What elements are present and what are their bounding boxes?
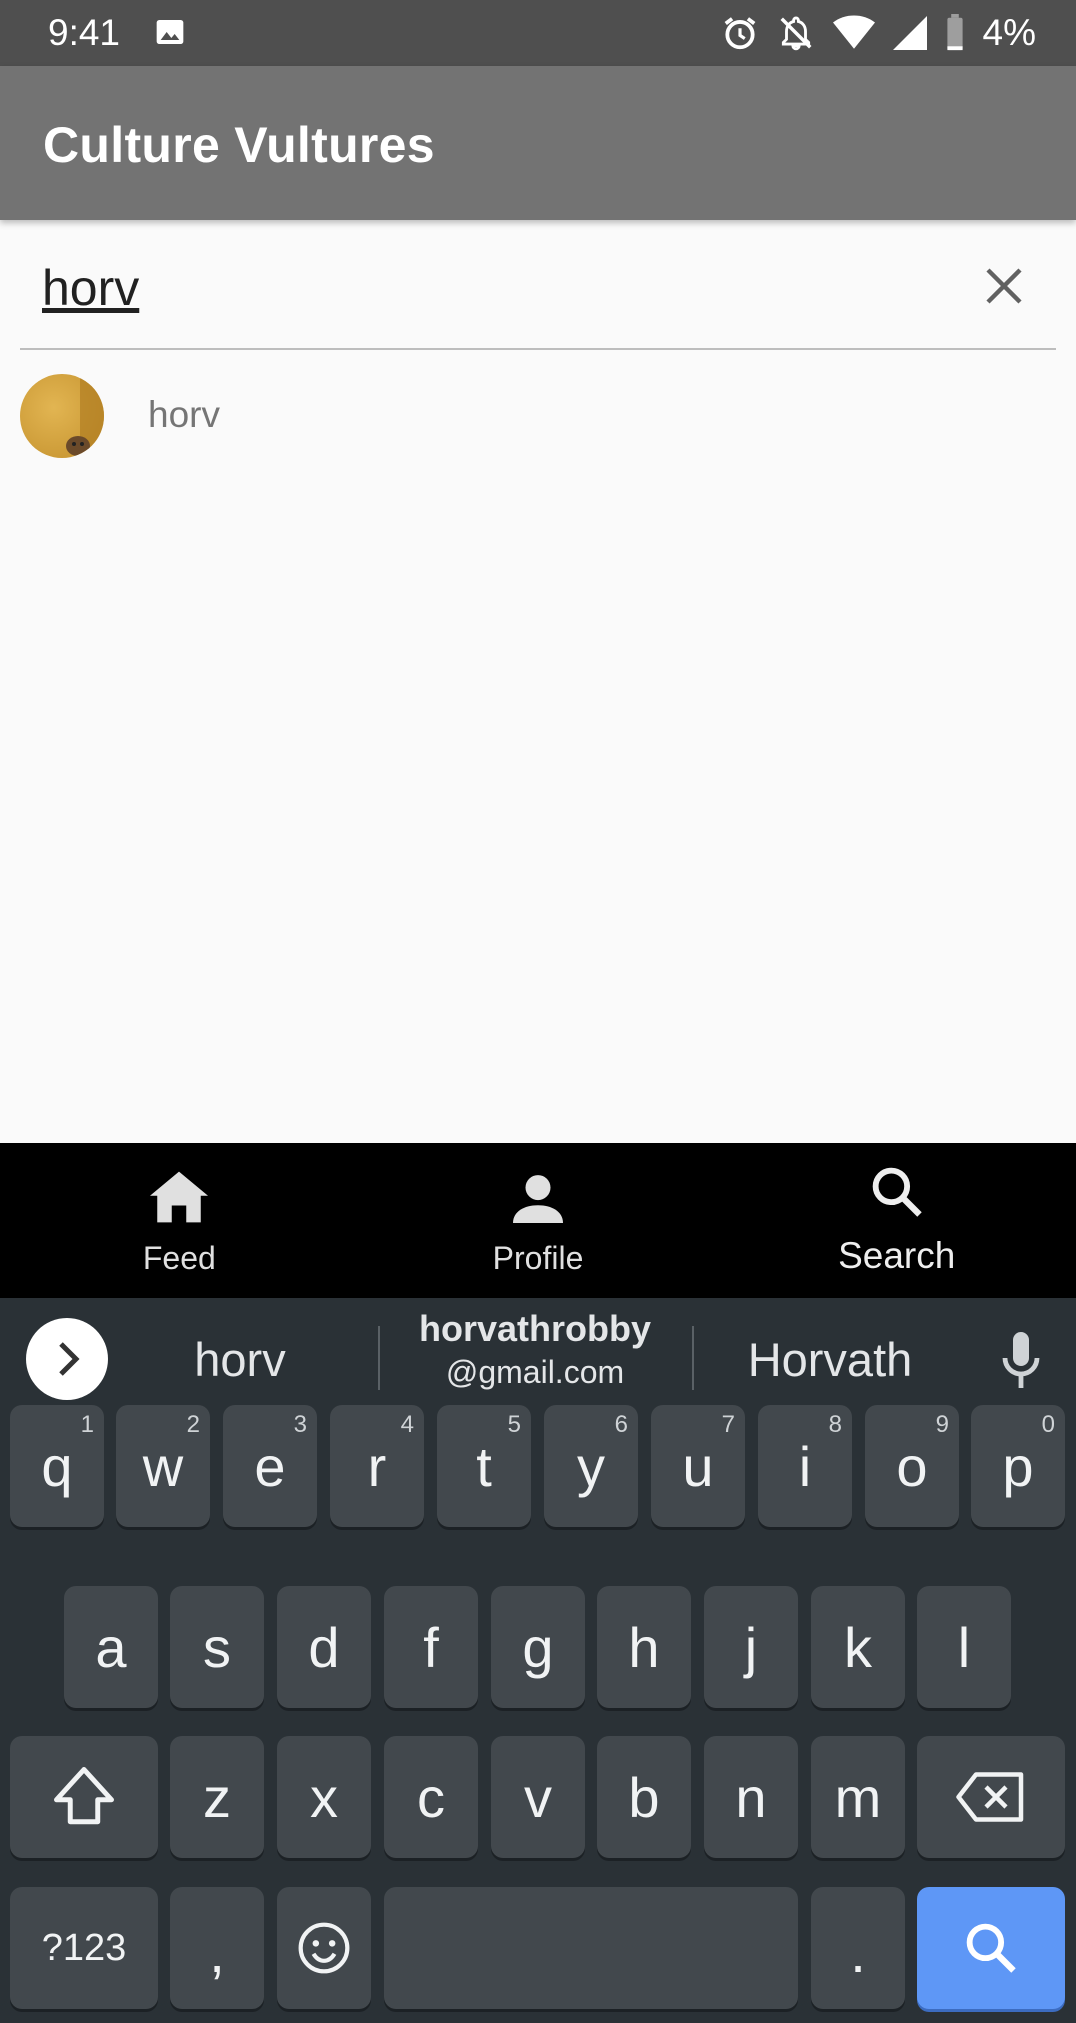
key-j[interactable]: j [704,1586,798,1708]
search-icon [872,1167,922,1217]
nav-item-feed[interactable]: Feed [0,1143,359,1298]
wifi-icon [832,15,875,49]
nav-item-search[interactable]: Search [717,1143,1076,1298]
space-key[interactable] [384,1887,798,2009]
search-action-key[interactable] [917,1887,1065,2009]
key-u[interactable]: u7 [651,1405,745,1527]
suggestion-divider [378,1326,380,1390]
key-o[interactable]: o9 [865,1405,959,1527]
notifications-off-icon [780,16,811,51]
key-e[interactable]: e3 [223,1405,317,1527]
suggestion-2-line2: @gmail.com [445,1354,625,1390]
key-y[interactable]: y6 [544,1405,638,1527]
key-r[interactable]: r4 [330,1405,424,1527]
key-v[interactable]: v [491,1736,585,1858]
status-icons: 4% [721,12,1036,54]
key-x[interactable]: x [277,1736,371,1858]
key-q[interactable]: q1 [10,1405,104,1527]
battery-icon [946,14,963,51]
backspace-key[interactable] [917,1736,1065,1858]
shift-icon [54,1767,114,1825]
key-p[interactable]: p0 [971,1405,1065,1527]
close-icon[interactable] [980,262,1028,310]
battery-percent: 4% [982,12,1036,53]
status-bar: 9:41 4% [0,0,1076,66]
chevron-right-icon [59,1342,80,1376]
suggestion-3[interactable]: Horvath [720,1298,940,1404]
nav-label-search: Search [838,1235,956,1276]
suggestion-2[interactable]: horvathrobby @gmail.com [390,1298,680,1404]
symbols-key[interactable]: ?123 [10,1887,158,2009]
suggestion-1[interactable]: horv [140,1298,340,1404]
key-f[interactable]: f [384,1586,478,1708]
person-icon [513,1175,563,1223]
key-l[interactable]: l [917,1586,1011,1708]
suggestion-strip: horv horvathrobby @gmail.com Horvath [0,1298,1076,1404]
microphone-icon[interactable] [998,1332,1044,1388]
app-bar: Culture Vultures [0,66,1076,220]
app-title: Culture Vultures [43,117,435,173]
emoji-icon [298,1922,350,1974]
suggestion-2-line1: horvathrobby [418,1308,651,1349]
search-bar [20,222,1056,350]
status-time: 9:41 [48,12,121,53]
key-c[interactable]: c [384,1736,478,1858]
key-n[interactable]: n [704,1736,798,1858]
home-icon [150,1171,209,1223]
period-key[interactable]: . [811,1887,905,2009]
search-icon [966,1923,1016,1973]
key-h[interactable]: h [597,1586,691,1708]
bottom-navigation: Feed Profile Search [0,1143,1076,1298]
keyboard-menu-button[interactable] [26,1318,108,1400]
emoji-key[interactable] [277,1887,371,2009]
suggestion-divider [692,1326,694,1390]
nav-item-profile[interactable]: Profile [359,1143,718,1298]
key-z[interactable]: z [170,1736,264,1858]
keyboard: horv horvathrobby @gmail.com Horvath q1 … [0,1298,1076,2023]
key-g[interactable]: g [491,1586,585,1708]
list-item[interactable]: horv [20,372,1056,462]
shift-key[interactable] [10,1736,158,1858]
photo-icon [156,20,184,44]
key-m[interactable]: m [811,1736,905,1858]
alarm-icon [724,17,755,50]
key-s[interactable]: s [170,1586,264,1708]
search-input[interactable] [42,252,942,324]
avatar [20,374,104,458]
key-w[interactable]: w2 [116,1405,210,1527]
key-b[interactable]: b [597,1736,691,1858]
key-a[interactable]: a [64,1586,158,1708]
key-k[interactable]: k [811,1586,905,1708]
key-i[interactable]: i8 [758,1405,852,1527]
comma-key[interactable]: , [170,1887,264,2009]
signal-icon [892,16,927,50]
key-t[interactable]: t5 [437,1405,531,1527]
avatar-image [66,374,104,458]
nav-label-profile: Profile [492,1240,584,1276]
key-d[interactable]: d [277,1586,371,1708]
nav-label-feed: Feed [142,1240,216,1276]
backspace-icon [956,1772,1024,1822]
result-username: horv [148,394,220,435]
